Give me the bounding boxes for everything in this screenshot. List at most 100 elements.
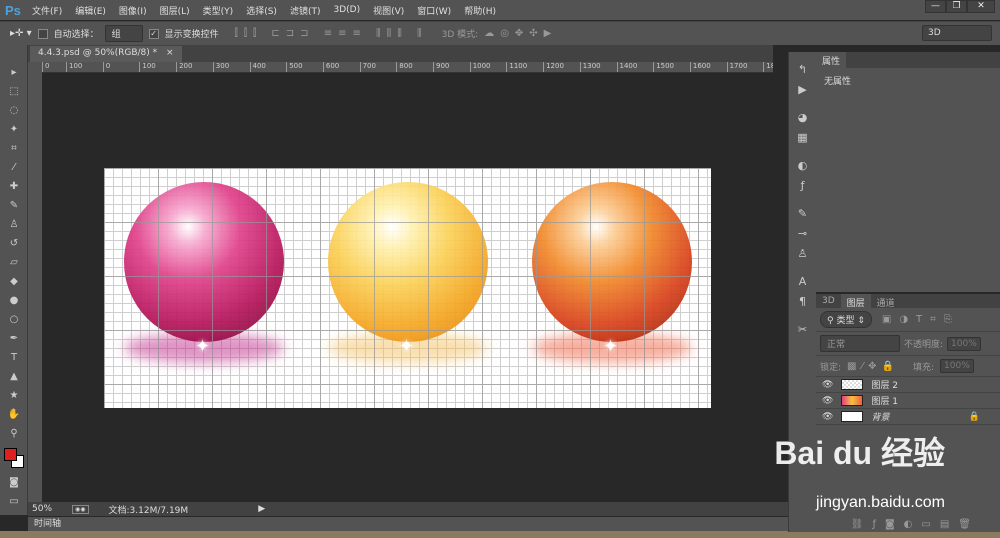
layer-actions-icons[interactable]: ⛓ƒ◙◐▭▤🗑 — [851, 519, 980, 530]
layer-row[interactable]: 👁 图层 2 — [816, 377, 1000, 393]
ruler-tick-label: 1700 — [726, 62, 747, 72]
tools-icon[interactable]: ✂ — [789, 320, 816, 340]
status-menu-arrow-icon[interactable]: ▶ — [258, 504, 265, 514]
workspace-dropdown[interactable]: 3D — [922, 25, 992, 41]
ruler-tick-label: 600 — [322, 62, 339, 72]
swatches-icon[interactable]: ▦ — [789, 128, 816, 148]
styles-icon[interactable]: ƒ — [789, 176, 816, 196]
clone-source-icon[interactable]: ♙ — [789, 244, 816, 264]
magic-wand-icon[interactable]: ✦ — [0, 120, 28, 139]
close-button[interactable]: ✕ — [967, 0, 995, 13]
brush-panel-icon[interactable]: ✎ — [789, 204, 816, 224]
character-icon[interactable]: A — [789, 272, 816, 292]
ruler-tick-label: 1600 — [689, 62, 711, 72]
document-canvas[interactable]: ✦ ✦ ✦ — [104, 168, 711, 408]
document-size: 文档:3.12M/7.19M — [108, 505, 189, 516]
ruler-tick-label: 1200 — [543, 62, 564, 72]
opacity-input[interactable]: 100% — [947, 336, 981, 351]
dodge-tool-icon[interactable]: ○ — [0, 310, 28, 329]
layer-filter-dropdown[interactable]: ⚲ 类型 ⇕ — [820, 311, 872, 328]
menu-file[interactable]: 文件(F) — [32, 4, 62, 17]
zoom-tool-icon[interactable]: ⚲ — [0, 424, 28, 443]
auto-select-dropdown[interactable]: 组 — [104, 25, 143, 42]
visibility-eye-icon[interactable]: 👁 — [822, 412, 833, 422]
close-tab-icon[interactable]: × — [166, 48, 174, 58]
ruler-tick-label: 400 — [249, 62, 266, 72]
ruler-tick-label: 200 — [176, 62, 192, 72]
filter-icons[interactable]: ▣◑T⌗⎘ — [882, 314, 960, 325]
align-icons[interactable]: ⫿⫿⫿ ⊏⊐⊐ ≡≡≡ ⫼⫼⫼ ⫼ — [235, 28, 428, 39]
quick-mask-icon[interactable]: ◙ — [0, 473, 28, 492]
layer-row[interactable]: 👁 背景 🔒 — [816, 409, 1000, 425]
eraser-icon[interactable]: ▱ — [0, 253, 28, 272]
baidu-watermark: Bai du 经验 — [774, 435, 945, 471]
history-icon[interactable]: ↰ — [789, 60, 816, 80]
auto-select-checkbox[interactable] — [37, 28, 48, 39]
tab-layers[interactable]: 图层 — [840, 294, 871, 309]
ruler-tick-label: 900 — [433, 62, 449, 72]
pen-tool-icon[interactable]: ✒ — [0, 329, 28, 348]
lock-icon: 🔒 — [968, 411, 980, 422]
layer-thumbnail — [841, 379, 864, 390]
type-tool-icon[interactable]: T — [0, 348, 28, 367]
shape-tool-icon[interactable]: ★ — [0, 386, 28, 405]
layer-row[interactable]: 👁 图层 1 — [816, 393, 1000, 409]
foreground-color[interactable] — [4, 448, 17, 461]
tab-3d[interactable]: 3D — [816, 294, 841, 308]
move-tool-icon[interactable]: ▸ — [0, 63, 28, 82]
lock-icons[interactable]: ▩⁄✥🔒 — [847, 361, 899, 372]
stamp-tool-icon[interactable]: ♙ — [0, 215, 28, 234]
3d-mode-icons[interactable]: ☁◎✥✣▶ — [484, 28, 557, 39]
screen-mode-icon[interactable]: ▭ — [0, 492, 28, 511]
ruler-tick-label: 800 — [396, 62, 413, 72]
layer-name: 图层 2 — [871, 381, 899, 391]
timeline-tab[interactable]: 时间轴 — [28, 517, 788, 531]
blend-mode-dropdown[interactable]: 正常 — [820, 335, 900, 352]
ruler-tick-label: 1300 — [579, 62, 601, 72]
adjustments-icon[interactable]: ◐ — [789, 156, 816, 176]
menu-3d[interactable]: 3D(D) — [333, 5, 360, 15]
color-icon[interactable]: ◕ — [789, 108, 816, 128]
properties-tab[interactable]: 属性 — [816, 52, 847, 69]
menu-view[interactable]: 视图(V) — [373, 4, 404, 17]
menu-select[interactable]: 选择(S) — [246, 4, 277, 17]
ruler-tick-label: 1000 — [469, 62, 491, 72]
blur-tool-icon[interactable]: ● — [0, 291, 28, 310]
tool-presets-icon[interactable]: ⊸ — [789, 224, 816, 244]
menu-help[interactable]: 帮助(H) — [464, 4, 496, 17]
history-brush-icon[interactable]: ↺ — [0, 234, 28, 253]
menu-bar: Ps 文件(F) 编辑(E) 图像(I) 图层(L) 类型(Y) 选择(S) 滤… — [0, 0, 1000, 20]
minimize-button[interactable]: — — [925, 0, 946, 13]
tab-channels[interactable]: 通道 — [870, 294, 901, 309]
actions-icon[interactable]: ▶ — [789, 80, 816, 100]
menu-type[interactable]: 类型(Y) — [203, 4, 234, 17]
auto-select-label: 自动选择： — [53, 30, 99, 40]
layer-name: 背景 — [871, 413, 890, 423]
marquee-tool-icon[interactable]: ⬚ — [0, 82, 28, 101]
options-bar: ▸✛ ▾ 自动选择： 组 ✓ 显示变换控件 ⫿⫿⫿ ⊏⊐⊐ ≡≡≡ ⫼⫼⫼ ⫼ … — [0, 21, 1000, 45]
fill-input[interactable]: 100% — [940, 359, 974, 373]
zoom-level[interactable]: 50% — [32, 504, 52, 514]
show-transform-checkbox[interactable]: ✓ — [148, 28, 159, 39]
lasso-tool-icon[interactable]: ◌ — [0, 101, 28, 120]
crop-tool-icon[interactable]: ⌗ — [0, 139, 28, 158]
document-tab[interactable]: 4.4.3.psd @ 50%(RGB/8) * × — [30, 46, 182, 62]
menu-filter[interactable]: 滤镜(T) — [290, 4, 321, 17]
eyedropper-icon[interactable]: ⁄ — [0, 158, 28, 177]
bucket-icon[interactable]: ◆ — [0, 272, 28, 291]
ruler-tick-label: 1400 — [616, 62, 637, 72]
menu-window[interactable]: 窗口(W) — [417, 4, 451, 17]
move-tool-icon[interactable]: ▸✛ ▾ — [10, 28, 32, 39]
baidu-url-watermark: jingyan.baidu.com — [816, 494, 945, 511]
menu-image[interactable]: 图像(I) — [119, 4, 147, 17]
menu-edit[interactable]: 编辑(E) — [75, 4, 106, 17]
hand-tool-icon[interactable]: ✋ — [0, 405, 28, 424]
visibility-eye-icon[interactable]: 👁 — [822, 380, 833, 390]
path-select-icon[interactable]: ▲ — [0, 367, 28, 386]
brush-tool-icon[interactable]: ✎ — [0, 196, 28, 215]
visibility-eye-icon[interactable]: 👁 — [822, 396, 833, 406]
healing-brush-icon[interactable]: ✚ — [0, 177, 28, 196]
paragraph-icon[interactable]: ¶ — [789, 292, 816, 312]
menu-layer[interactable]: 图层(L) — [160, 4, 190, 17]
restore-button[interactable]: ❐ — [946, 0, 967, 13]
